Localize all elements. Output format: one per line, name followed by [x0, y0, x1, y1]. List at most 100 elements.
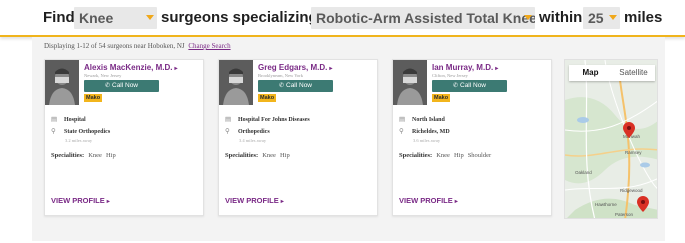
practice-row: ⚲ State Orthopedics	[51, 127, 110, 135]
surgeon-card: Alexis MacKenzie, M.D. ▸ Newark, New Jers…	[44, 59, 204, 216]
procedure-select[interactable]: Robotic-Arm Assisted Total Knee	[311, 7, 535, 29]
specialities-label: Specialities:	[51, 152, 85, 159]
map-pin-icon[interactable]	[623, 122, 635, 138]
map-pin-icon[interactable]	[637, 196, 649, 212]
view-profile-link[interactable]: VIEW PROFILE ▸	[51, 196, 110, 205]
mako-badge: Mako	[258, 94, 277, 102]
distance-select[interactable]: 25	[583, 7, 620, 29]
surgeon-name: Greg Edgars, M.D.	[258, 63, 328, 72]
view-profile-link[interactable]: VIEW PROFILE ▸	[399, 196, 458, 205]
surgeon-name-link[interactable]: Alexis MacKenzie, M.D. ▸	[84, 63, 178, 72]
map-label: Ramsey	[625, 150, 642, 155]
displaying-text: Displaying 1-12 of 54 surgeons near Hobo…	[44, 42, 185, 50]
specialities-row: Specialities: Knee Hip	[225, 152, 290, 159]
speciality: Knee	[262, 152, 276, 159]
practice-name: Richeldes, MD	[412, 129, 450, 135]
facility-row: ▤ North Island	[399, 115, 445, 123]
surgeon-name-link[interactable]: Ian Murray, M.D. ▸	[432, 63, 498, 72]
results-panel: Displaying 1-12 of 54 surgeons near Hobo…	[32, 37, 665, 241]
surgeons-label: surgeons specializing in	[161, 9, 336, 26]
chevron-right-icon: ▸	[495, 66, 499, 72]
building-icon: ▤	[225, 116, 232, 123]
location-pin-icon: ⚲	[225, 128, 230, 135]
specialities-label: Specialities:	[399, 152, 433, 159]
map-label: Paterson	[615, 212, 634, 217]
chevron-down-icon	[524, 15, 532, 20]
view-profile-label: VIEW PROFILE	[51, 196, 105, 205]
find-label: Find	[43, 9, 75, 26]
avatar	[219, 60, 253, 105]
results-summary: Displaying 1-12 of 54 surgeons near Hobo…	[44, 42, 231, 50]
speciality: Hip	[453, 152, 464, 159]
call-now-button[interactable]: ✆ Call Now	[258, 80, 333, 92]
facility-name: Hospital	[64, 117, 86, 123]
mako-badge: Mako	[84, 94, 103, 102]
call-now-button[interactable]: ✆ Call Now	[84, 80, 159, 92]
view-profile-link[interactable]: VIEW PROFILE ▸	[225, 196, 284, 205]
distance-text: 3.6 miles away	[413, 138, 441, 143]
distance-value: 25	[588, 10, 604, 26]
tab-map[interactable]: Map	[569, 65, 612, 81]
map-label: Hawthorne	[595, 202, 617, 207]
chevron-right-icon: ▸	[454, 199, 458, 205]
distance-text: 3.2 miles away	[65, 138, 93, 143]
facility-row: ▤ Hospital For Johns Diseases	[225, 115, 310, 123]
practice-name: State Orthopedics	[64, 129, 111, 135]
bodypart-select[interactable]: Knee	[74, 7, 157, 29]
avatar	[45, 60, 79, 105]
surgeon-name: Alexis MacKenzie, M.D.	[84, 63, 173, 72]
speciality: Knee	[436, 152, 450, 159]
surgeon-card: Greg Edgars, M.D. ▸ Brooklyneam, New York…	[218, 59, 378, 216]
speciality: Knee	[88, 152, 102, 159]
avatar	[393, 60, 427, 105]
distance-text: 3.4 miles away	[239, 138, 267, 143]
specialities-row: Specialities: Knee Hip	[51, 152, 116, 159]
speciality: Hip	[279, 152, 290, 159]
facility-row: ▤ Hospital	[51, 115, 86, 123]
call-label: Call Now	[286, 82, 313, 89]
chevron-down-icon	[146, 15, 154, 20]
specialities-label: Specialities:	[225, 152, 259, 159]
call-label: Call Now	[112, 82, 139, 89]
phone-icon: ✆	[452, 83, 458, 89]
surgeon-name: Ian Murray, M.D.	[432, 63, 494, 72]
chevron-right-icon: ▸	[106, 199, 110, 205]
location-pin-icon: ⚲	[51, 128, 56, 135]
practice-row: ⚲ Orthopedics	[225, 127, 270, 135]
chevron-right-icon: ▸	[280, 199, 284, 205]
view-profile-label: VIEW PROFILE	[225, 196, 279, 205]
mako-badge: Mako	[432, 94, 451, 102]
map-label: Oakland	[575, 170, 592, 175]
location-pin-icon: ⚲	[399, 128, 404, 135]
surgeon-location: Clifton, New Jersey	[432, 73, 468, 78]
search-bar: Find Knee surgeons specializing in Robot…	[0, 0, 685, 37]
chevron-right-icon: ▸	[174, 66, 178, 72]
chevron-right-icon: ▸	[329, 66, 333, 72]
surgeon-location: Newark, New Jersey	[84, 73, 122, 78]
map-type-tabs: Map Satellite	[569, 65, 655, 81]
surgeon-location: Brooklyneam, New York	[258, 73, 303, 78]
surgeon-card: Ian Murray, M.D. ▸ Clifton, New Jersey ✆ C…	[392, 59, 552, 216]
facility-name: Hospital For Johns Diseases	[238, 117, 310, 123]
change-search-link[interactable]: Change Search	[188, 42, 230, 50]
specialities-row: Specialities: Knee Hip Shoulder	[399, 152, 491, 159]
call-label: Call Now	[460, 82, 487, 89]
miles-label: miles	[624, 9, 663, 26]
phone-icon: ✆	[278, 83, 284, 89]
map-widget[interactable]: Map Satellite Mahwah Ramsey Oakland Ridg…	[564, 59, 658, 219]
surgeon-name-link[interactable]: Greg Edgars, M.D. ▸	[258, 63, 332, 72]
call-now-button[interactable]: ✆ Call Now	[432, 80, 507, 92]
map-label: Ridgewood	[620, 188, 643, 193]
bodypart-value: Knee	[79, 10, 114, 26]
practice-name: Orthopedics	[238, 129, 270, 135]
building-icon: ▤	[51, 116, 58, 123]
practice-row: ⚲ Richeldes, MD	[399, 127, 450, 135]
phone-icon: ✆	[104, 83, 110, 89]
speciality: Shoulder	[467, 152, 492, 159]
chevron-down-icon	[609, 15, 617, 20]
tab-satellite[interactable]: Satellite	[612, 65, 655, 81]
facility-name: North Island	[412, 117, 445, 123]
building-icon: ▤	[399, 116, 406, 123]
procedure-value: Robotic-Arm Assisted Total Knee	[316, 10, 535, 26]
view-profile-label: VIEW PROFILE	[399, 196, 453, 205]
